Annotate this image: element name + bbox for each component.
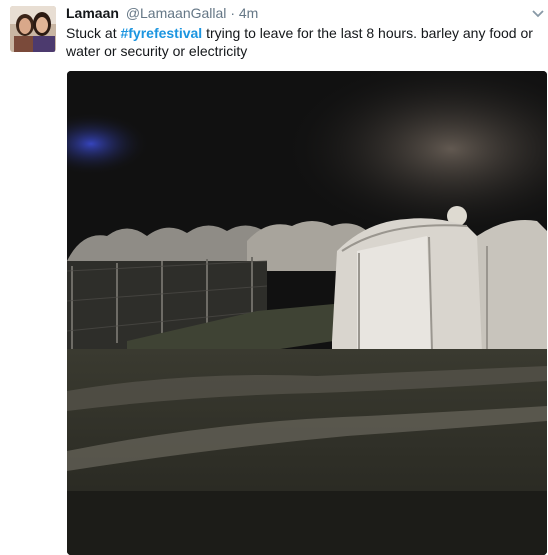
tweet-photo[interactable] <box>67 71 547 555</box>
tweet-text-start: Stuck at <box>66 25 121 41</box>
separator-dot: · <box>230 5 235 21</box>
user-handle[interactable]: @LamaanGallal <box>126 5 227 21</box>
display-name[interactable]: Lamaan <box>66 5 119 21</box>
avatar[interactable] <box>10 6 56 52</box>
chevron-down-icon[interactable] <box>532 6 544 18</box>
hashtag-link[interactable]: #fyrefestival <box>120 25 202 41</box>
tweet-header: Lamaan @LamaanGallal · 4m <box>66 5 258 21</box>
timestamp[interactable]: 4m <box>239 5 258 21</box>
tweet-text: Stuck at #fyrefestival trying to leave f… <box>66 24 536 60</box>
tweet: Lamaan @LamaanGallal · 4m Stuck at #fyre… <box>0 0 548 555</box>
